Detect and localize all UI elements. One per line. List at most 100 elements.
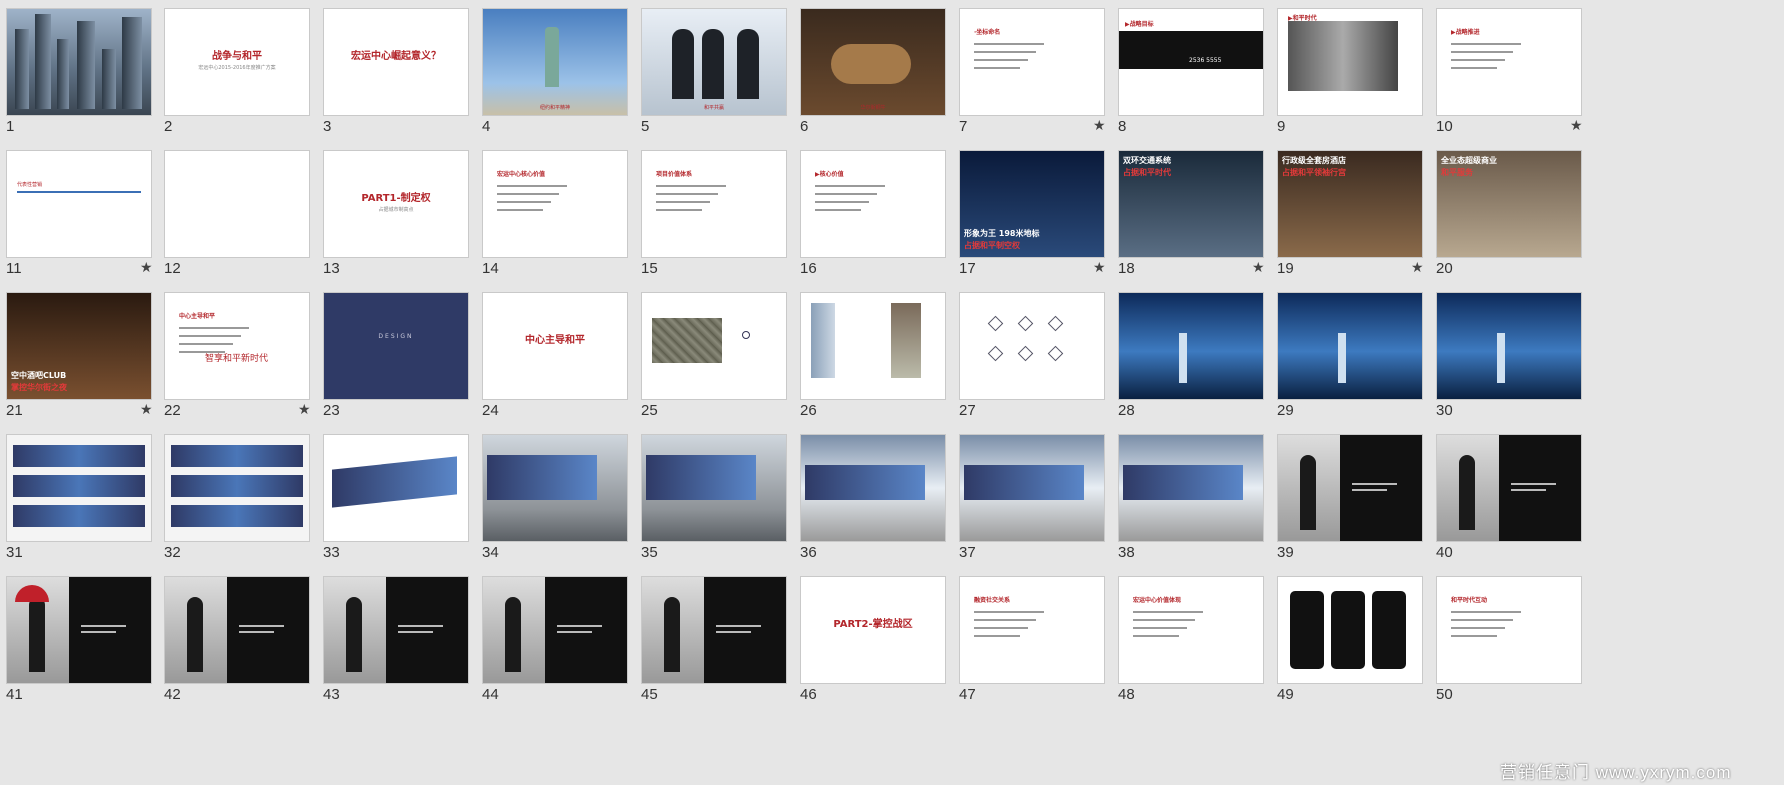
slide-thumbnail[interactable]: ▶核心价值 16 bbox=[794, 142, 964, 292]
slide-thumbnail[interactable]: 43 bbox=[317, 568, 487, 718]
slide-thumbnail[interactable]: 12 bbox=[158, 142, 328, 292]
slide-thumbnail[interactable]: 45 bbox=[635, 568, 805, 718]
slide-thumbnail[interactable]: 和平时代互动 50 bbox=[1430, 568, 1600, 718]
slide-preview[interactable]: ▶战略目标 2536 5555 bbox=[1118, 8, 1264, 116]
slide-thumbnail[interactable]: 战争与和平 宏远中心2015-2016年度推广方案 2 bbox=[158, 0, 328, 150]
slide-preview[interactable] bbox=[323, 434, 469, 542]
slide-thumbnail[interactable]: 全业态超级商业 和平服务 20 bbox=[1430, 142, 1600, 292]
slide-preview[interactable]: 空中酒吧CLUB 掌控华尔街之夜 bbox=[6, 292, 152, 400]
slide-preview[interactable]: 融资社交关系 bbox=[959, 576, 1105, 684]
slide-preview[interactable] bbox=[482, 576, 628, 684]
slide-thumbnail[interactable]: 形象为王 198米地标 占据和平制空权 17 ★ bbox=[953, 142, 1123, 292]
slide-thumbnail[interactable]: 27 bbox=[953, 284, 1123, 434]
slide-thumbnail[interactable]: 36 bbox=[794, 426, 964, 576]
slide-thumbnail[interactable]: 30 bbox=[1430, 284, 1600, 434]
slide-preview[interactable]: 形象为王 198米地标 占据和平制空权 bbox=[959, 150, 1105, 258]
slide-preview[interactable]: ▶核心价值 bbox=[800, 150, 946, 258]
slide-thumbnail[interactable]: 32 bbox=[158, 426, 328, 576]
slide-preview[interactable]: ·坐标命名 bbox=[959, 8, 1105, 116]
slide-preview[interactable] bbox=[164, 150, 310, 258]
slide-thumbnail[interactable]: 中心主导和平 智享和平新时代 22 ★ bbox=[158, 284, 328, 434]
slide-thumbnail[interactable]: 代表性营销 11 ★ bbox=[0, 142, 170, 292]
slide-preview[interactable]: PART2-掌控战区 bbox=[800, 576, 946, 684]
slide-thumbnail[interactable]: 39 bbox=[1271, 426, 1441, 576]
slide-thumbnail[interactable]: 和平共赢 5 bbox=[635, 0, 805, 150]
slide-preview[interactable] bbox=[1277, 292, 1423, 400]
slide-thumbnail[interactable]: 中心主导和平 24 bbox=[476, 284, 646, 434]
slide-thumbnail[interactable]: 宏运中心核心价值 14 bbox=[476, 142, 646, 292]
slide-preview[interactable]: 宏运中心崛起意义？ bbox=[323, 8, 469, 116]
slide-thumbnail[interactable]: 40 bbox=[1430, 426, 1600, 576]
slide-thumbnail[interactable]: ·坐标命名 7 ★ bbox=[953, 0, 1123, 150]
slide-preview[interactable] bbox=[323, 576, 469, 684]
slide-thumbnail[interactable]: 29 bbox=[1271, 284, 1441, 434]
slide-thumbnail[interactable]: 33 bbox=[317, 426, 487, 576]
slide-thumbnail[interactable]: 41 bbox=[0, 568, 170, 718]
slide-thumbnail[interactable]: 行政级全套房酒店 占据和平领袖行宫 19 ★ bbox=[1271, 142, 1441, 292]
slide-preview[interactable]: 纽约和平精神 bbox=[482, 8, 628, 116]
slide-thumbnail[interactable]: PART1-制定权 占据城市制高点 13 bbox=[317, 142, 487, 292]
slide-preview[interactable]: 双环交通系统 占据和平时代 bbox=[1118, 150, 1264, 258]
slide-preview[interactable] bbox=[800, 292, 946, 400]
slide-thumbnail[interactable]: 纽约和平精神 4 bbox=[476, 0, 646, 150]
slide-preview[interactable]: ▶和平时代 bbox=[1277, 8, 1423, 116]
slide-thumbnail[interactable]: 双环交通系统 占据和平时代 18 ★ bbox=[1112, 142, 1282, 292]
slide-thumbnail[interactable]: 宏运中心崛起意义？ 3 bbox=[317, 0, 487, 150]
slide-preview[interactable] bbox=[959, 434, 1105, 542]
slide-preview[interactable]: ▶战略推进 bbox=[1436, 8, 1582, 116]
slide-thumbnail[interactable]: ▶和平时代 9 bbox=[1271, 0, 1441, 150]
slide-preview[interactable]: 和平时代互动 bbox=[1436, 576, 1582, 684]
slide-preview[interactable] bbox=[959, 292, 1105, 400]
slide-preview[interactable] bbox=[482, 434, 628, 542]
slide-thumbnail[interactable]: 宏运中心价值体现 48 bbox=[1112, 568, 1282, 718]
slide-thumbnail[interactable]: 44 bbox=[476, 568, 646, 718]
slide-preview[interactable]: DESIGN bbox=[323, 292, 469, 400]
slide-preview[interactable] bbox=[1118, 292, 1264, 400]
slide-preview[interactable]: 全业态超级商业 和平服务 bbox=[1436, 150, 1582, 258]
slide-preview[interactable]: PART1-制定权 占据城市制高点 bbox=[323, 150, 469, 258]
slide-preview[interactable]: 战争与和平 宏远中心2015-2016年度推广方案 bbox=[164, 8, 310, 116]
slide-preview[interactable] bbox=[164, 434, 310, 542]
slide-preview[interactable] bbox=[641, 434, 787, 542]
slide-preview[interactable]: 中心主导和平 智享和平新时代 bbox=[164, 292, 310, 400]
slide-preview[interactable] bbox=[1436, 292, 1582, 400]
slide-thumbnail[interactable]: 37 bbox=[953, 426, 1123, 576]
slide-preview[interactable] bbox=[1118, 434, 1264, 542]
slide-preview[interactable] bbox=[6, 8, 152, 116]
slide-preview[interactable]: 行政级全套房酒店 占据和平领袖行宫 bbox=[1277, 150, 1423, 258]
slide-thumbnail[interactable]: 35 bbox=[635, 426, 805, 576]
slide-preview[interactable] bbox=[6, 576, 152, 684]
slide-preview[interactable] bbox=[1277, 434, 1423, 542]
slide-preview[interactable]: 中心主导和平 bbox=[482, 292, 628, 400]
slide-preview[interactable] bbox=[641, 576, 787, 684]
slide-preview[interactable]: 项目价值体系 bbox=[641, 150, 787, 258]
slide-thumbnail[interactable]: 华尔街铜牛 6 bbox=[794, 0, 964, 150]
slide-thumbnail[interactable]: 融资社交关系 47 bbox=[953, 568, 1123, 718]
slide-thumbnail[interactable]: 项目价值体系 15 bbox=[635, 142, 805, 292]
slide-thumbnail[interactable]: 28 bbox=[1112, 284, 1282, 434]
slide-preview[interactable]: 宏运中心价值体现 bbox=[1118, 576, 1264, 684]
slide-preview[interactable] bbox=[1436, 434, 1582, 542]
slide-preview[interactable]: 华尔街铜牛 bbox=[800, 8, 946, 116]
slide-thumbnail[interactable]: 49 bbox=[1271, 568, 1441, 718]
slide-thumbnail[interactable]: ▶战略目标 2536 5555 8 bbox=[1112, 0, 1282, 150]
slide-preview[interactable] bbox=[6, 434, 152, 542]
slide-preview[interactable] bbox=[1277, 576, 1423, 684]
slide-thumbnail[interactable]: 34 bbox=[476, 426, 646, 576]
slide-preview[interactable]: 宏运中心核心价值 bbox=[482, 150, 628, 258]
slide-preview[interactable] bbox=[164, 576, 310, 684]
slide-thumbnail[interactable]: 26 bbox=[794, 284, 964, 434]
slide-thumbnail[interactable]: 25 bbox=[635, 284, 805, 434]
slide-thumbnail[interactable]: PART2-掌控战区 46 bbox=[794, 568, 964, 718]
slide-preview[interactable] bbox=[800, 434, 946, 542]
slide-thumbnail[interactable]: 42 bbox=[158, 568, 328, 718]
slide-preview[interactable]: 代表性营销 bbox=[6, 150, 152, 258]
slide-thumbnail[interactable]: 38 bbox=[1112, 426, 1282, 576]
slide-thumbnail[interactable]: 1 bbox=[0, 0, 170, 150]
slide-thumbnail[interactable]: 空中酒吧CLUB 掌控华尔街之夜 21 ★ bbox=[0, 284, 170, 434]
slide-thumbnail[interactable]: DESIGN 23 bbox=[317, 284, 487, 434]
slide-thumbnail[interactable]: 31 bbox=[0, 426, 170, 576]
slide-preview[interactable]: 和平共赢 bbox=[641, 8, 787, 116]
slide-preview[interactable] bbox=[641, 292, 787, 400]
slide-thumbnail[interactable]: ▶战略推进 10 ★ bbox=[1430, 0, 1600, 150]
